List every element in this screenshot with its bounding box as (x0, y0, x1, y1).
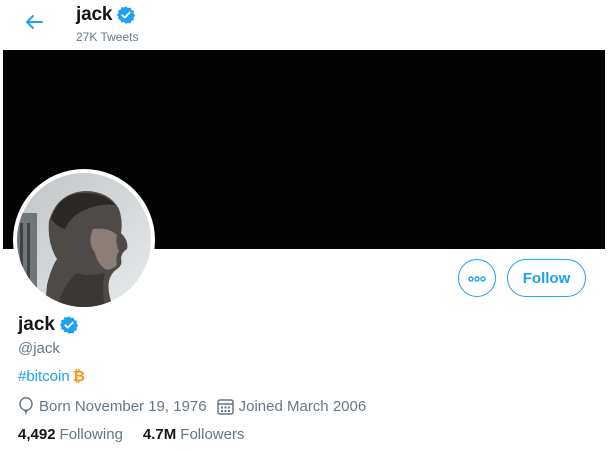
tweet-count: 27K Tweets (76, 30, 139, 44)
joined-text: Joined March 2006 (238, 397, 367, 415)
profile-bio: #bitcoin ₿ (18, 368, 85, 385)
followers-label: Followers (180, 426, 245, 443)
profile-header: jack 27K Tweets (0, 0, 608, 50)
avatar-image (17, 173, 151, 307)
back-button[interactable] (18, 8, 50, 40)
birthday-item: Born November 19, 1976 (18, 397, 207, 415)
profile-handle: @jack (18, 340, 60, 357)
following-link[interactable]: 4,492 Following (18, 426, 123, 443)
header-name-row: jack (76, 4, 136, 26)
profile-name-row: jack (18, 314, 79, 336)
avatar[interactable] (13, 169, 155, 311)
following-count: 4,492 (18, 426, 56, 443)
calendar-icon (216, 398, 234, 415)
more-options-button[interactable] (458, 259, 496, 297)
follow-button[interactable]: Follow (507, 259, 586, 297)
followers-count: 4.7M (142, 426, 177, 443)
birthday-text: Born November 19, 1976 (39, 397, 207, 415)
verified-badge-icon (116, 5, 136, 25)
profile-name: jack (18, 314, 55, 335)
bitcoin-hashtag-link[interactable]: #bitcoin (18, 368, 70, 385)
joined-item: Joined March 2006 (216, 397, 367, 415)
verified-badge-icon (59, 315, 79, 335)
balloon-icon (18, 397, 34, 415)
followers-link[interactable]: 4.7M Followers (143, 426, 245, 443)
arrow-left-icon (24, 12, 44, 37)
following-label: Following (59, 426, 123, 443)
profile-meta: Born November 19, 1976 Joined March 2006 (18, 397, 366, 415)
profile-stats: 4,492 Following 4.7M Followers (18, 426, 244, 443)
bitcoin-icon: ₿ (72, 368, 85, 385)
more-dots-icon (468, 269, 486, 287)
header-name: jack (76, 4, 113, 25)
